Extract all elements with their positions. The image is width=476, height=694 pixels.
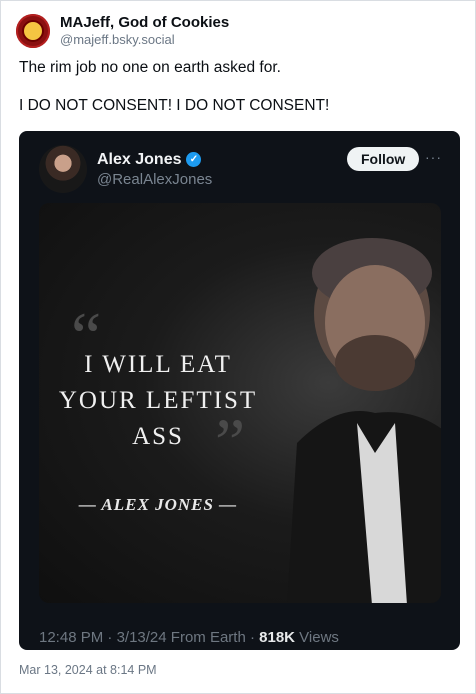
embed-author-name: Alex Jones [97,150,182,168]
author-handle[interactable]: @majeff.bsky.social [60,32,229,48]
embed-author-name-row: Alex Jones ✓ [97,151,212,169]
quote-line: YOUR LEFTIST [58,387,258,414]
embedded-image[interactable]: Alex Jones ✓ @RealAlexJones Follow ··· “… [19,131,460,650]
embed-author: Alex Jones ✓ @RealAlexJones [97,151,212,188]
embed-meta: 12:48 PM · 3/13/24 From Earth · 818K Vie… [39,629,339,646]
portrait-photo [287,238,441,603]
embed-date: 3/13/24 [116,629,167,646]
meta-separator: · [249,629,255,646]
embed-avatar [39,145,87,193]
meta-separator: · [107,629,113,646]
avatar[interactable] [16,14,50,48]
bluesky-post: MAJeff, God of Cookies @majeff.bsky.soci… [0,0,476,694]
embed-time: 12:48 PM [39,629,104,646]
verified-badge-icon: ✓ [186,152,202,167]
embed-header: Alex Jones ✓ @RealAlexJones [39,145,212,193]
views-label: Views [299,629,339,646]
author-display-name[interactable]: MAJeff, God of Cookies [60,14,229,32]
embed-author-handle: @RealAlexJones [97,170,213,188]
quote-line: ASS [132,423,184,450]
post-timestamp[interactable]: Mar 13, 2024 at 8:14 PM [19,663,157,677]
more-options-icon: ··· [425,149,442,165]
avatar-emblem-icon [22,20,44,42]
follow-button: Follow [347,147,420,171]
quote-text: I WILL EAT YOUR LEFTIST ASS [53,347,263,455]
quote-attribution: — ALEX JONES — [78,495,238,514]
author-names: MAJeff, God of Cookies @majeff.bsky.soci… [60,14,229,48]
post-body: The rim job no one on earth asked for. I… [19,58,459,116]
quote-line: I WILL EAT [84,351,232,378]
embed-location: From Earth [170,629,246,646]
post-text-line: I DO NOT CONSENT! I DO NOT CONSENT! [19,97,330,114]
views-count: 818K [259,629,295,646]
post-text-line: The rim job no one on earth asked for. [19,59,281,76]
quote-image: “ ” I WILL EAT YOUR LEFTIST ASS — ALEX J… [39,203,441,603]
post-header: MAJeff, God of Cookies @majeff.bsky.soci… [16,14,229,48]
